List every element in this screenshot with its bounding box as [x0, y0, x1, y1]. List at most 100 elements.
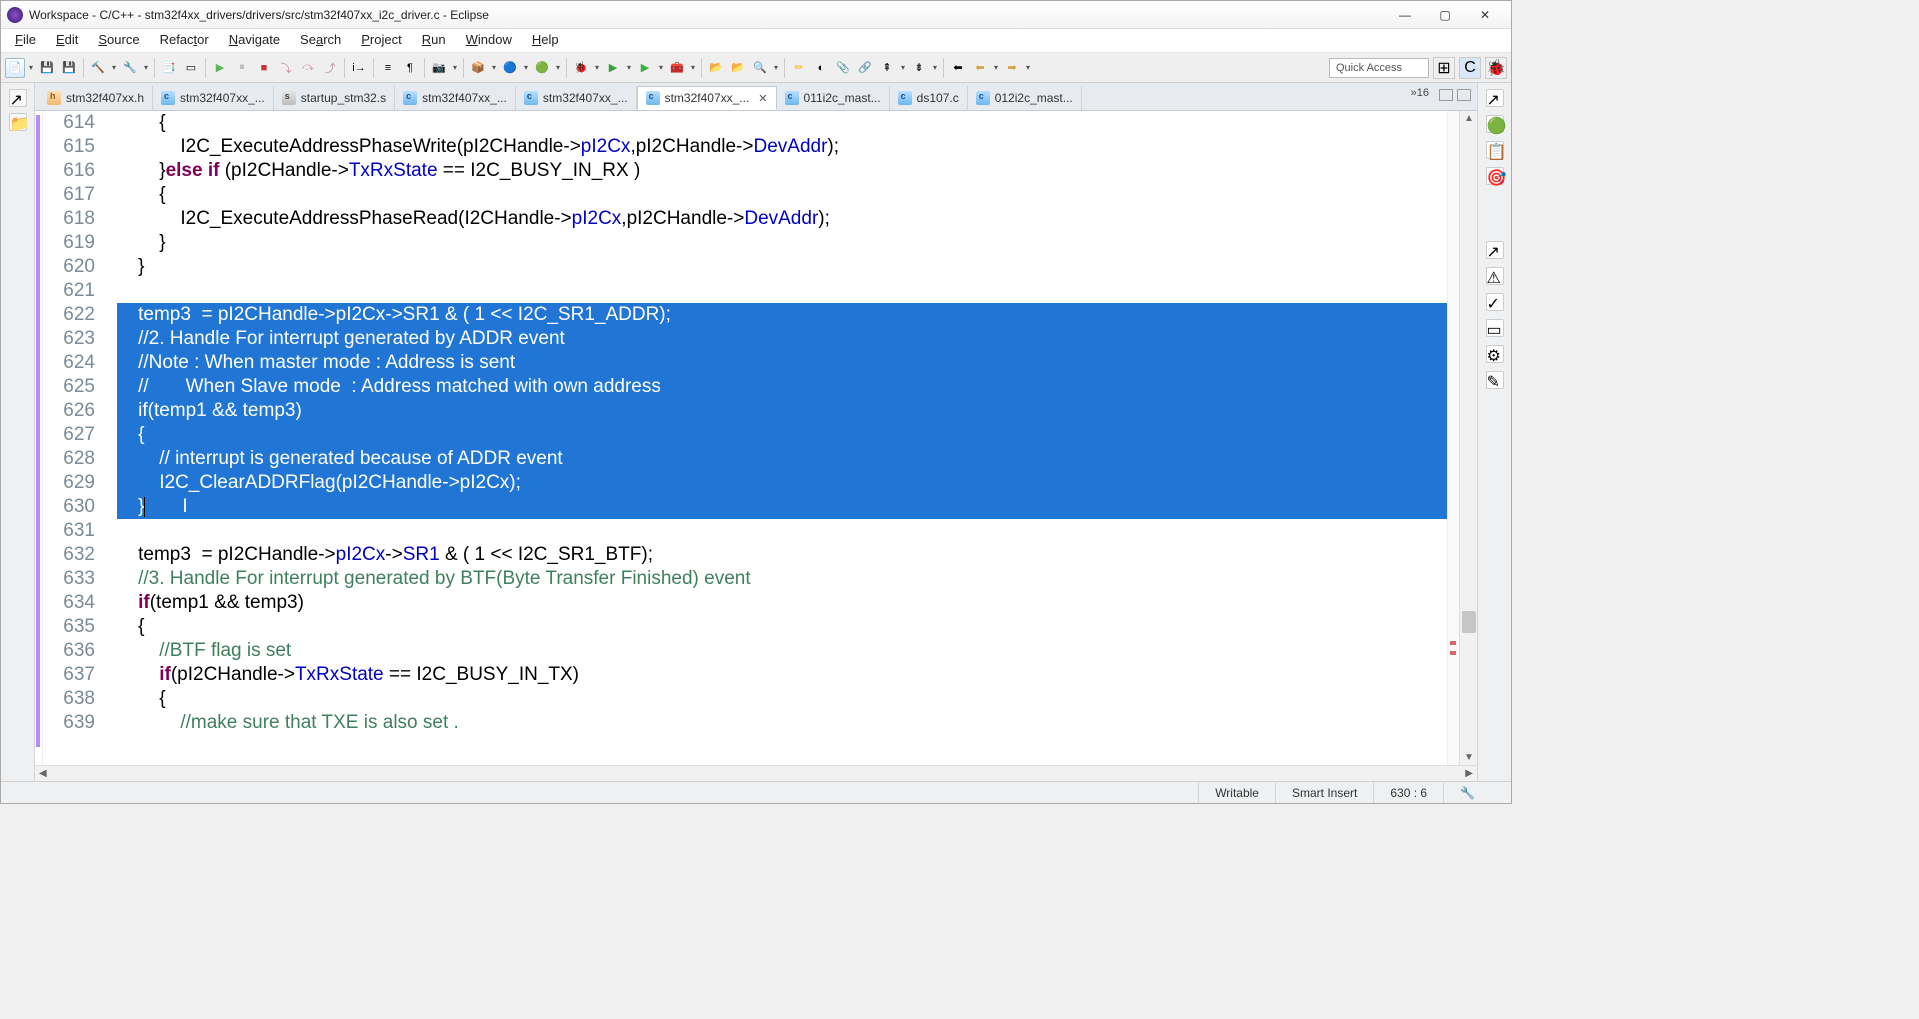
debug-dropdown-icon[interactable]: ▾: [593, 63, 601, 72]
open-element-dropdown-icon[interactable]: ▾: [522, 63, 530, 72]
toggle-whitespace-button[interactable]: ¶: [400, 58, 420, 78]
next-ann-dropdown-icon[interactable]: ▾: [931, 63, 939, 72]
pin-button[interactable]: 📎: [833, 58, 853, 78]
toggle-mark-button[interactable]: 📑: [159, 58, 179, 78]
cpp-perspective-button[interactable]: C: [1459, 57, 1481, 79]
new-class-dropdown-icon[interactable]: ▾: [554, 63, 562, 72]
menu-edit[interactable]: Edit: [46, 29, 88, 52]
maximize-button[interactable]: ▢: [1425, 4, 1465, 26]
code-line-639[interactable]: //make sure that TXE is also set .: [117, 711, 1447, 735]
code-line-637[interactable]: if(pI2CHandle->TxRxState == I2C_BUSY_IN_…: [117, 663, 1447, 687]
close-button[interactable]: ✕: [1465, 4, 1505, 26]
back-dropdown-icon[interactable]: ▾: [992, 63, 1000, 72]
editor-maximize-icon[interactable]: [1457, 89, 1471, 101]
code-line-616[interactable]: }else if (pI2CHandle->TxRxState == I2C_B…: [117, 159, 1447, 183]
last-edit-button[interactable]: ⬅: [948, 58, 968, 78]
menu-refactor[interactable]: Refactor: [150, 29, 219, 52]
tasks-icon[interactable]: ✓: [1486, 293, 1504, 311]
debug-button[interactable]: 🐞: [571, 58, 591, 78]
build-all-button[interactable]: 🔧: [120, 58, 140, 78]
debug-perspective-button[interactable]: 🐞: [1485, 57, 1507, 79]
menu-search[interactable]: Search: [290, 29, 351, 52]
back-button[interactable]: ⬅: [970, 58, 990, 78]
new-class-button[interactable]: 🟢: [532, 58, 552, 78]
build-all-dropdown-icon[interactable]: ▾: [142, 63, 150, 72]
scroll-left-icon[interactable]: ◀: [39, 768, 47, 779]
console-icon[interactable]: ▭: [1486, 319, 1504, 337]
code-line-632[interactable]: temp3 = pI2CHandle->pI2Cx->SR1 & ( 1 << …: [117, 543, 1447, 567]
prev-annotation-button[interactable]: ⇞: [877, 58, 897, 78]
code-line-623[interactable]: //2. Handle For interrupt generated by A…: [117, 327, 1447, 351]
code-line-628[interactable]: // interrupt is generated because of ADD…: [117, 447, 1447, 471]
quick-access-input[interactable]: Quick Access: [1329, 58, 1429, 78]
new-button[interactable]: 📄: [5, 58, 25, 78]
forward-button[interactable]: ➡: [1002, 58, 1022, 78]
code-line-622[interactable]: temp3 = pI2CHandle->pI2Cx->SR1 & ( 1 << …: [117, 303, 1447, 327]
menu-window[interactable]: Window: [456, 29, 522, 52]
step-over-button[interactable]: ⤼: [298, 58, 318, 78]
terminate-button[interactable]: ■: [254, 58, 274, 78]
profile-button[interactable]: ▶: [635, 58, 655, 78]
prev-ann-dropdown-icon[interactable]: ▾: [899, 63, 907, 72]
next-annotation-button[interactable]: ⇟: [909, 58, 929, 78]
scroll-up-icon[interactable]: ▲: [1464, 113, 1474, 124]
code-line-629[interactable]: I2C_ClearADDRFlag(pI2CHandle->pI2Cx);: [117, 471, 1447, 495]
link-button[interactable]: 🔗: [855, 58, 875, 78]
code-line-619[interactable]: }: [117, 231, 1447, 255]
suspend-button[interactable]: ⏸: [232, 58, 252, 78]
toggle-breadcrumb-button[interactable]: ≡: [378, 58, 398, 78]
scroll-thumb[interactable]: [1462, 611, 1476, 633]
code-line-614[interactable]: {: [117, 111, 1447, 135]
search-dropdown-icon[interactable]: ▾: [772, 63, 780, 72]
restore-view-icon[interactable]: ↗: [9, 89, 27, 107]
horizontal-scrollbar[interactable]: ◀ ▶: [35, 765, 1477, 781]
scroll-right-icon[interactable]: ▶: [1465, 768, 1473, 779]
save-button[interactable]: 💾: [37, 58, 57, 78]
close-tab-icon[interactable]: ✕: [758, 92, 767, 105]
code-line-627[interactable]: {: [117, 423, 1447, 447]
code-line-621[interactable]: [117, 279, 1447, 303]
menu-project[interactable]: Project: [351, 29, 411, 52]
code-line-617[interactable]: {: [117, 183, 1447, 207]
menu-source[interactable]: Source: [88, 29, 149, 52]
code-line-635[interactable]: {: [117, 615, 1447, 639]
problems-icon[interactable]: ⚠: [1486, 267, 1504, 285]
forward-dropdown-icon[interactable]: ▾: [1024, 63, 1032, 72]
new-dropdown-icon[interactable]: ▾: [27, 63, 35, 72]
code-line-633[interactable]: //3. Handle For interrupt generated by B…: [117, 567, 1447, 591]
open-type-dropdown-icon[interactable]: ▾: [490, 63, 498, 72]
search-button[interactable]: 🔍: [750, 58, 770, 78]
code-line-615[interactable]: I2C_ExecuteAddressPhaseWrite(pI2CHandle-…: [117, 135, 1447, 159]
open-type-button[interactable]: 📦: [468, 58, 488, 78]
menu-run[interactable]: Run: [412, 29, 456, 52]
editor-tab-3[interactable]: stm32f407xx_...: [395, 86, 516, 110]
save-all-button[interactable]: 💾: [59, 58, 79, 78]
code-line-638[interactable]: {: [117, 687, 1447, 711]
code-editor[interactable]: 6146156166176186196206216226236246256266…: [35, 111, 1477, 765]
code-line-631[interactable]: [117, 519, 1447, 543]
pencil-icon[interactable]: ✎: [1486, 371, 1504, 389]
open-folder-button[interactable]: 📂: [728, 58, 748, 78]
editor-tab-1[interactable]: stm32f407xx_...: [153, 86, 274, 110]
code-line-618[interactable]: I2C_ExecuteAddressPhaseRead(I2CHandle->p…: [117, 207, 1447, 231]
code-line-624[interactable]: //Note : When master mode : Address is s…: [117, 351, 1447, 375]
task-list-icon[interactable]: 📋: [1486, 141, 1504, 159]
code-line-620[interactable]: }: [117, 255, 1447, 279]
vertical-scrollbar[interactable]: ▲ ▼: [1459, 111, 1477, 765]
editor-tab-5[interactable]: stm32f407xx_...✕: [637, 86, 777, 110]
tab-overflow[interactable]: »16: [1411, 87, 1429, 99]
open-project-button[interactable]: 📂: [706, 58, 726, 78]
editor-tab-7[interactable]: ds107.c: [890, 86, 968, 110]
build-button[interactable]: 🔨: [88, 58, 108, 78]
run-dropdown-icon[interactable]: ▾: [625, 63, 633, 72]
editor-tab-4[interactable]: stm32f407xx_...: [516, 86, 637, 110]
editor-tab-2[interactable]: startup_stm32.s: [274, 86, 395, 110]
code-line-625[interactable]: // When Slave mode : Address matched wit…: [117, 375, 1447, 399]
instruction-step-button[interactable]: i→: [349, 58, 369, 78]
resume-button[interactable]: ▶: [210, 58, 230, 78]
properties-icon[interactable]: ⚙: [1486, 345, 1504, 363]
minimize-button[interactable]: —: [1385, 4, 1425, 26]
editor-tab-0[interactable]: stm32f407xx.h: [39, 86, 153, 110]
editor-tab-8[interactable]: 012i2c_mast...: [968, 86, 1082, 110]
project-explorer-icon[interactable]: 📁: [9, 113, 27, 131]
